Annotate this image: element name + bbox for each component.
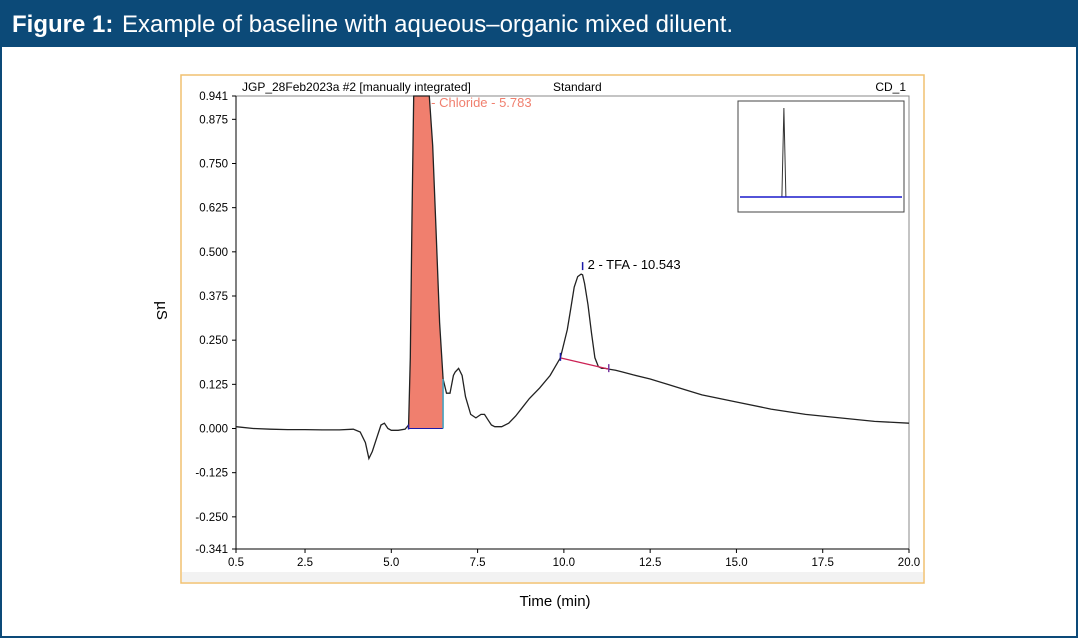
header-sample: JGP_28Feb2023a #2 [manually integrated] [242,80,471,94]
y-tick-label-7: 0.125 [199,379,228,391]
x-tick-label-2: 5.0 [383,557,399,569]
peak-2-label: 2 - TFA - 10.543 [588,257,681,272]
x-tick-label-8: 20.0 [898,557,920,569]
x-tick-label-1: 2.5 [297,557,313,569]
y-tick-label-0: 0.941 [199,91,228,103]
scrollbar-strip [182,572,923,582]
header-channel: CD_1 [875,80,906,94]
x-tick-label-3: 7.5 [470,557,486,569]
inset-frame [737,100,905,213]
peak-1-label: 1 - Chloride - 5.783 [420,95,531,110]
y-tick-label-6: 0.250 [199,335,228,347]
x-tick-label-4: 10.0 [553,557,575,569]
x-tick-label-7: 17.5 [812,557,834,569]
overview-inset [737,100,905,213]
header-mode: Standard [553,80,602,94]
y-tick-label-10: -0.250 [195,512,228,524]
x-tick-label-5: 12.5 [639,557,661,569]
y-tick-label-1: 0.875 [199,114,228,126]
y-tick-label-9: -0.125 [195,468,228,480]
y-tick-label-8: 0.000 [199,424,228,436]
y-tick-label-5: 0.375 [199,291,228,303]
chromatogram-chart: JGP_28Feb2023a #2 [manually integrated] … [180,74,925,584]
x-tick-label-0: 0.5 [228,557,244,569]
x-tick-label-6: 15.0 [725,557,747,569]
y-tick-label-3: 0.625 [199,203,228,215]
y-tick-label-11: -0.341 [195,544,228,556]
y-tick-label-2: 0.750 [199,158,228,170]
y-tick-label-4: 0.500 [199,247,228,259]
